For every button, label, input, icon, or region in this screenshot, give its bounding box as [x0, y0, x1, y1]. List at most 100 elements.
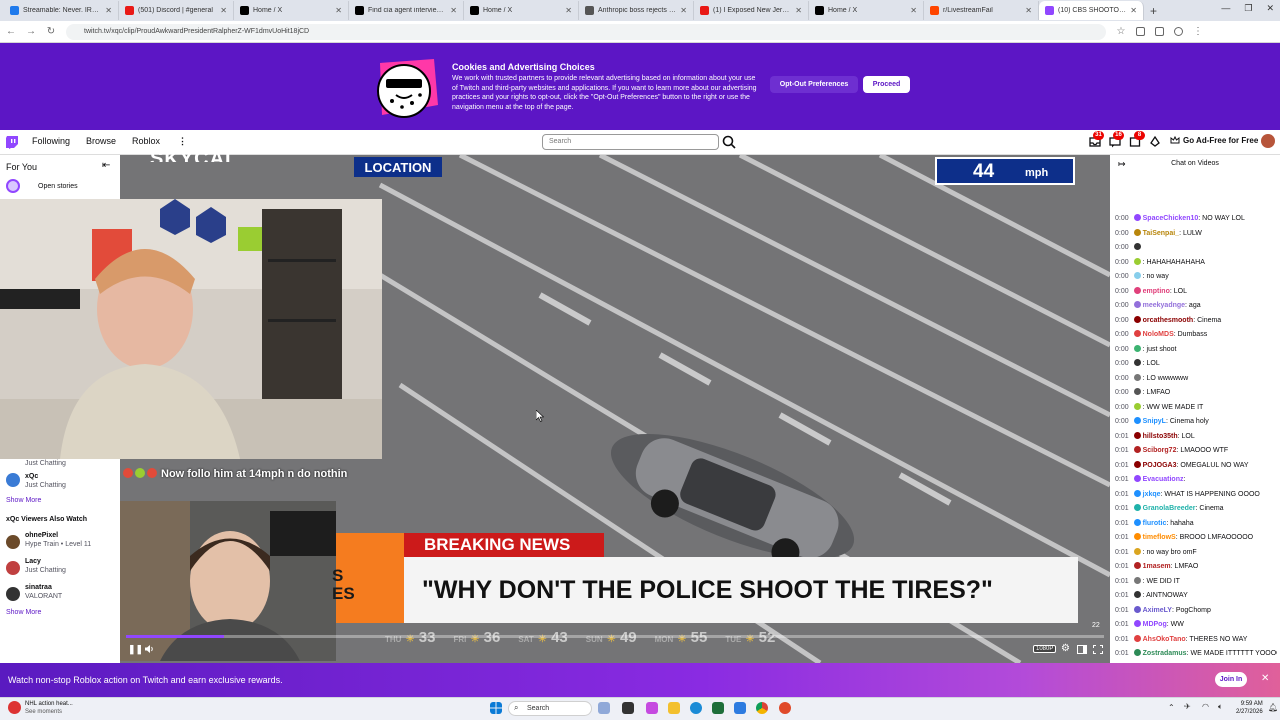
weather-widget-icon[interactable]	[8, 701, 21, 714]
chat-username[interactable]: meekyadnge	[1143, 302, 1185, 309]
copilot-icon[interactable]	[646, 702, 658, 714]
chat-username[interactable]: GranolaBreeder	[1143, 505, 1196, 512]
collapse-sidebar-icon[interactable]: ⇤	[102, 160, 110, 171]
new-tab-button[interactable]: +	[1150, 4, 1157, 18]
channel-name[interactable]: ohnePixel	[25, 532, 58, 539]
browser-tab[interactable]: Home / X ✕	[234, 1, 349, 20]
twitch-logo-icon[interactable]	[6, 136, 18, 149]
channel-name[interactable]: xQc	[25, 473, 38, 480]
browser-menu-icon[interactable]: ⋮	[1193, 26, 1203, 37]
taskbar-widget-icon[interactable]	[598, 702, 610, 714]
close-tab-icon[interactable]: ✕	[220, 6, 227, 15]
chat-username[interactable]: orcathesmooth	[1143, 317, 1194, 324]
chat-username[interactable]: Zostradamus	[1143, 650, 1187, 657]
mail-icon[interactable]	[734, 702, 746, 714]
close-tab-icon[interactable]: ✕	[680, 6, 687, 15]
task-view-icon[interactable]	[622, 702, 634, 714]
close-promo-icon[interactable]: ✕	[1261, 673, 1269, 684]
fullscreen-icon[interactable]	[1093, 645, 1103, 654]
nav-following[interactable]: Following	[32, 136, 70, 146]
bits-icon[interactable]	[1148, 135, 1162, 149]
chat-username[interactable]: Sciborg72	[1143, 447, 1177, 454]
chat-username[interactable]: AhsOkoTano	[1143, 636, 1186, 643]
show-more-recommended[interactable]: Show More	[6, 609, 41, 616]
extension-icon[interactable]	[1136, 27, 1145, 36]
channel-avatar[interactable]	[6, 561, 20, 575]
chat-username[interactable]: POJOGA3	[1143, 462, 1177, 469]
quality-badge[interactable]: 1080P	[1033, 645, 1057, 653]
chat-username[interactable]: AximeLY	[1143, 607, 1172, 614]
close-tab-icon[interactable]: ✕	[335, 6, 342, 15]
channel-name[interactable]: Lacy	[25, 558, 41, 565]
chat-username[interactable]: SnipyL	[1143, 418, 1166, 425]
channel-name[interactable]: sinatraa	[25, 584, 52, 591]
close-tab-icon[interactable]: ✕	[795, 6, 802, 15]
back-icon[interactable]: ←	[6, 26, 16, 37]
taskbar-clock[interactable]: 9:59 AM 2/27/2026	[1236, 700, 1263, 716]
tray-chevron-icon[interactable]: ⌃	[1168, 703, 1175, 712]
proceed-button[interactable]: Proceed	[863, 76, 910, 93]
chat-username[interactable]: Evacuationz	[1143, 476, 1184, 483]
video-progress-bar[interactable]	[126, 635, 1104, 638]
edge-icon[interactable]	[690, 702, 702, 714]
network-icon[interactable]: ✈	[1184, 702, 1191, 711]
pause-icon[interactable]: ❚❚	[128, 644, 143, 655]
channel-avatar[interactable]	[6, 535, 20, 549]
taskbar-search[interactable]: Search	[508, 701, 592, 716]
browser-tab[interactable]: Home / X ✕	[809, 1, 924, 20]
wifi-icon[interactable]: ◠	[1202, 702, 1209, 711]
profile-icon[interactable]	[1174, 27, 1183, 36]
browser-tab[interactable]: Streamable: Never. IRL Stream ✕	[4, 1, 119, 20]
minimize-icon[interactable]: —	[1221, 3, 1230, 14]
volume-icon[interactable]	[144, 644, 154, 654]
chat-username[interactable]: emptino	[1143, 288, 1170, 295]
url-field[interactable]: twitch.tv/xqc/clip/ProudAwkwardPresident…	[66, 23, 1106, 40]
user-avatar[interactable]	[1261, 134, 1275, 148]
chat-username[interactable]: TaiSenpai_	[1143, 230, 1179, 237]
browser-tab[interactable]: (1) I Exposed New Jersey's Jew ✕	[694, 1, 809, 20]
chat-username[interactable]: hillsto35th	[1143, 433, 1178, 440]
browser-tab[interactable]: Find cia agent interviews on X ✕	[349, 1, 464, 20]
close-tab-icon[interactable]: ✕	[450, 6, 457, 15]
close-window-icon[interactable]: ✕	[1266, 3, 1274, 14]
nav-browse[interactable]: Browse	[86, 136, 116, 146]
settings-gear-icon[interactable]: ⚙	[1061, 643, 1070, 654]
file-explorer-icon[interactable]	[668, 702, 680, 714]
browser-tab[interactable]: (501) Discord | #general ✕	[119, 1, 234, 20]
browser-tab[interactable]: Anthropic boss rejects Pentagon ✕	[579, 1, 694, 20]
chat-username[interactable]: SpaceChicken10	[1143, 215, 1199, 222]
channel-avatar[interactable]	[6, 473, 20, 487]
stories-avatar[interactable]	[6, 179, 20, 193]
app-icon[interactable]	[779, 702, 791, 714]
search-icon[interactable]	[721, 134, 737, 150]
browser-tab[interactable]: Home / X ✕	[464, 1, 579, 20]
close-tab-icon[interactable]: ✕	[1025, 6, 1032, 15]
chat-username[interactable]: jxkqe	[1143, 491, 1161, 498]
speaker-icon[interactable]: 🔈︎	[1218, 702, 1223, 712]
chrome-icon[interactable]	[756, 702, 768, 714]
search-input[interactable]: Search	[542, 134, 719, 150]
opt-out-preferences-button[interactable]: Opt-Out Preferences	[770, 76, 858, 93]
chat-username[interactable]: NoloMDS	[1143, 331, 1174, 338]
chat-username[interactable]: timeflowS	[1143, 534, 1176, 541]
windows-start-icon[interactable]	[490, 702, 502, 714]
close-tab-icon[interactable]: ✕	[105, 6, 112, 15]
maximize-icon[interactable]: ❐	[1244, 3, 1252, 14]
go-ad-free-button[interactable]: Go Ad-Free for Free	[1170, 135, 1258, 145]
close-tab-icon[interactable]: ✕	[1130, 6, 1137, 15]
forward-icon[interactable]: →	[26, 26, 36, 37]
open-stories-link[interactable]: Open stories	[38, 183, 78, 190]
join-in-button[interactable]: Join In	[1215, 672, 1247, 687]
close-tab-icon[interactable]: ✕	[565, 6, 572, 15]
browser-tab[interactable]: (10) CBS SHOOTOUT - Tw✕	[1039, 1, 1144, 20]
browser-tab[interactable]: r/LivestreamFail ✕	[924, 1, 1039, 20]
notification-bell-icon[interactable]: 🔔︎	[1268, 703, 1278, 712]
chat-username[interactable]: MDPog	[1143, 621, 1167, 628]
weather-widget[interactable]: NHL action heat... See moments	[25, 700, 73, 716]
theatre-mode-icon[interactable]	[1077, 645, 1087, 654]
calculator-icon[interactable]	[712, 702, 724, 714]
chat-username[interactable]: flurotic	[1143, 520, 1167, 527]
close-tab-icon[interactable]: ✕	[910, 6, 917, 15]
channel-avatar[interactable]	[6, 587, 20, 601]
sidebar-icon[interactable]	[1155, 27, 1164, 36]
